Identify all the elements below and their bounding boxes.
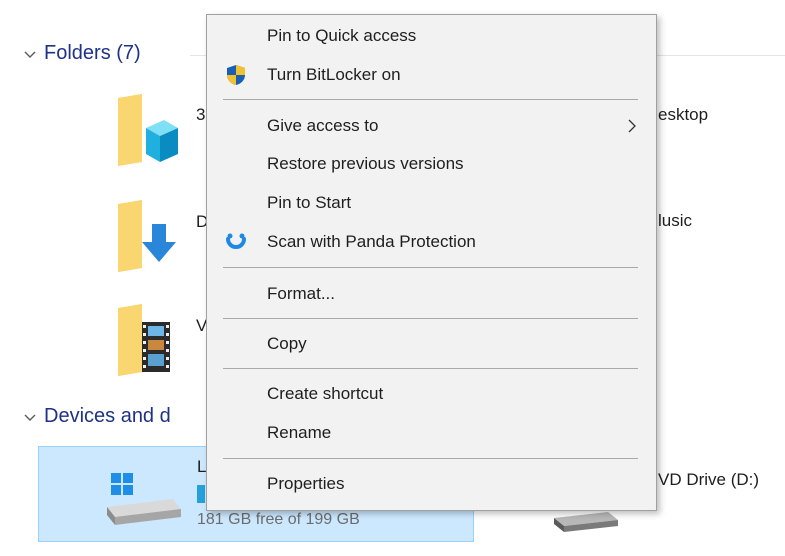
menu-label-create-shortcut: Create shortcut [267, 384, 384, 403]
menu-item-turn-bitlocker-on[interactable]: Turn BitLocker on [207, 59, 656, 91]
menu-item-give-access-to[interactable]: Give access to [207, 110, 656, 142]
local-disk-free-space: 181 GB free of 199 GB [197, 511, 360, 528]
folder-item-downloads[interactable] [112, 198, 180, 278]
folder-label-3d-objects: 3 [196, 105, 206, 124]
context-menu: Pin to Quick access Turn BitLocker on Gi… [206, 14, 657, 511]
menu-item-restore-previous-versions[interactable]: Restore previous versions [207, 148, 656, 180]
menu-separator [223, 267, 638, 268]
menu-label-copy: Copy [267, 334, 307, 353]
folder-label-desktop: esktop [658, 105, 709, 124]
folder-item-desktop[interactable]: esktop [658, 100, 768, 140]
videos-folder-icon [118, 304, 170, 376]
menu-separator [223, 318, 638, 319]
devices-section-title: Devices and d [44, 405, 171, 427]
menu-item-copy[interactable]: Copy [207, 328, 656, 360]
chevron-down-icon [24, 414, 36, 421]
menu-item-properties[interactable]: Properties [207, 468, 656, 500]
folder-label-music: lusic [658, 211, 693, 230]
menu-label-properties: Properties [267, 474, 345, 493]
3d-objects-folder-icon [118, 94, 178, 166]
local-disk-drive-icon [107, 473, 181, 525]
menu-item-pin-quick-access[interactable]: Pin to Quick access [207, 20, 656, 52]
panda-protection-icon [226, 233, 246, 249]
menu-item-scan-panda[interactable]: Scan with Panda Protection [207, 226, 656, 258]
menu-item-rename[interactable]: Rename [207, 417, 656, 449]
shield-icon [227, 65, 245, 85]
devices-section-header[interactable]: Devices and d [22, 405, 171, 428]
menu-label-scan-panda: Scan with Panda Protection [267, 232, 476, 251]
folder-item-music[interactable]: lusic [658, 206, 768, 246]
menu-item-format[interactable]: Format... [207, 278, 656, 310]
menu-label-give-access-to: Give access to [267, 116, 379, 135]
folders-section-header[interactable]: Folders (7) [22, 42, 141, 65]
menu-label-format: Format... [267, 284, 336, 303]
downloads-folder-icon [118, 200, 176, 272]
menu-separator [223, 368, 638, 369]
chevron-down-icon [24, 51, 36, 58]
menu-separator [223, 458, 638, 459]
menu-label-rename: Rename [267, 423, 332, 442]
folder-item-3d-objects[interactable] [112, 92, 180, 172]
dvd-drive-name: VD Drive (D:) [658, 470, 760, 489]
menu-label-pin-quick-access: Pin to Quick access [267, 26, 417, 45]
menu-separator [223, 99, 638, 100]
menu-item-pin-to-start[interactable]: Pin to Start [207, 187, 656, 219]
menu-label-turn-bitlocker-on: Turn BitLocker on [267, 65, 401, 84]
folders-section-title: Folders (7) [44, 42, 141, 64]
chevron-right-icon [628, 119, 636, 133]
menu-label-restore-previous-versions: Restore previous versions [267, 154, 464, 173]
folder-item-videos[interactable] [112, 302, 180, 382]
local-disk-usage-bar [197, 485, 205, 503]
menu-item-create-shortcut[interactable]: Create shortcut [207, 378, 656, 410]
menu-label-pin-to-start: Pin to Start [267, 193, 352, 212]
